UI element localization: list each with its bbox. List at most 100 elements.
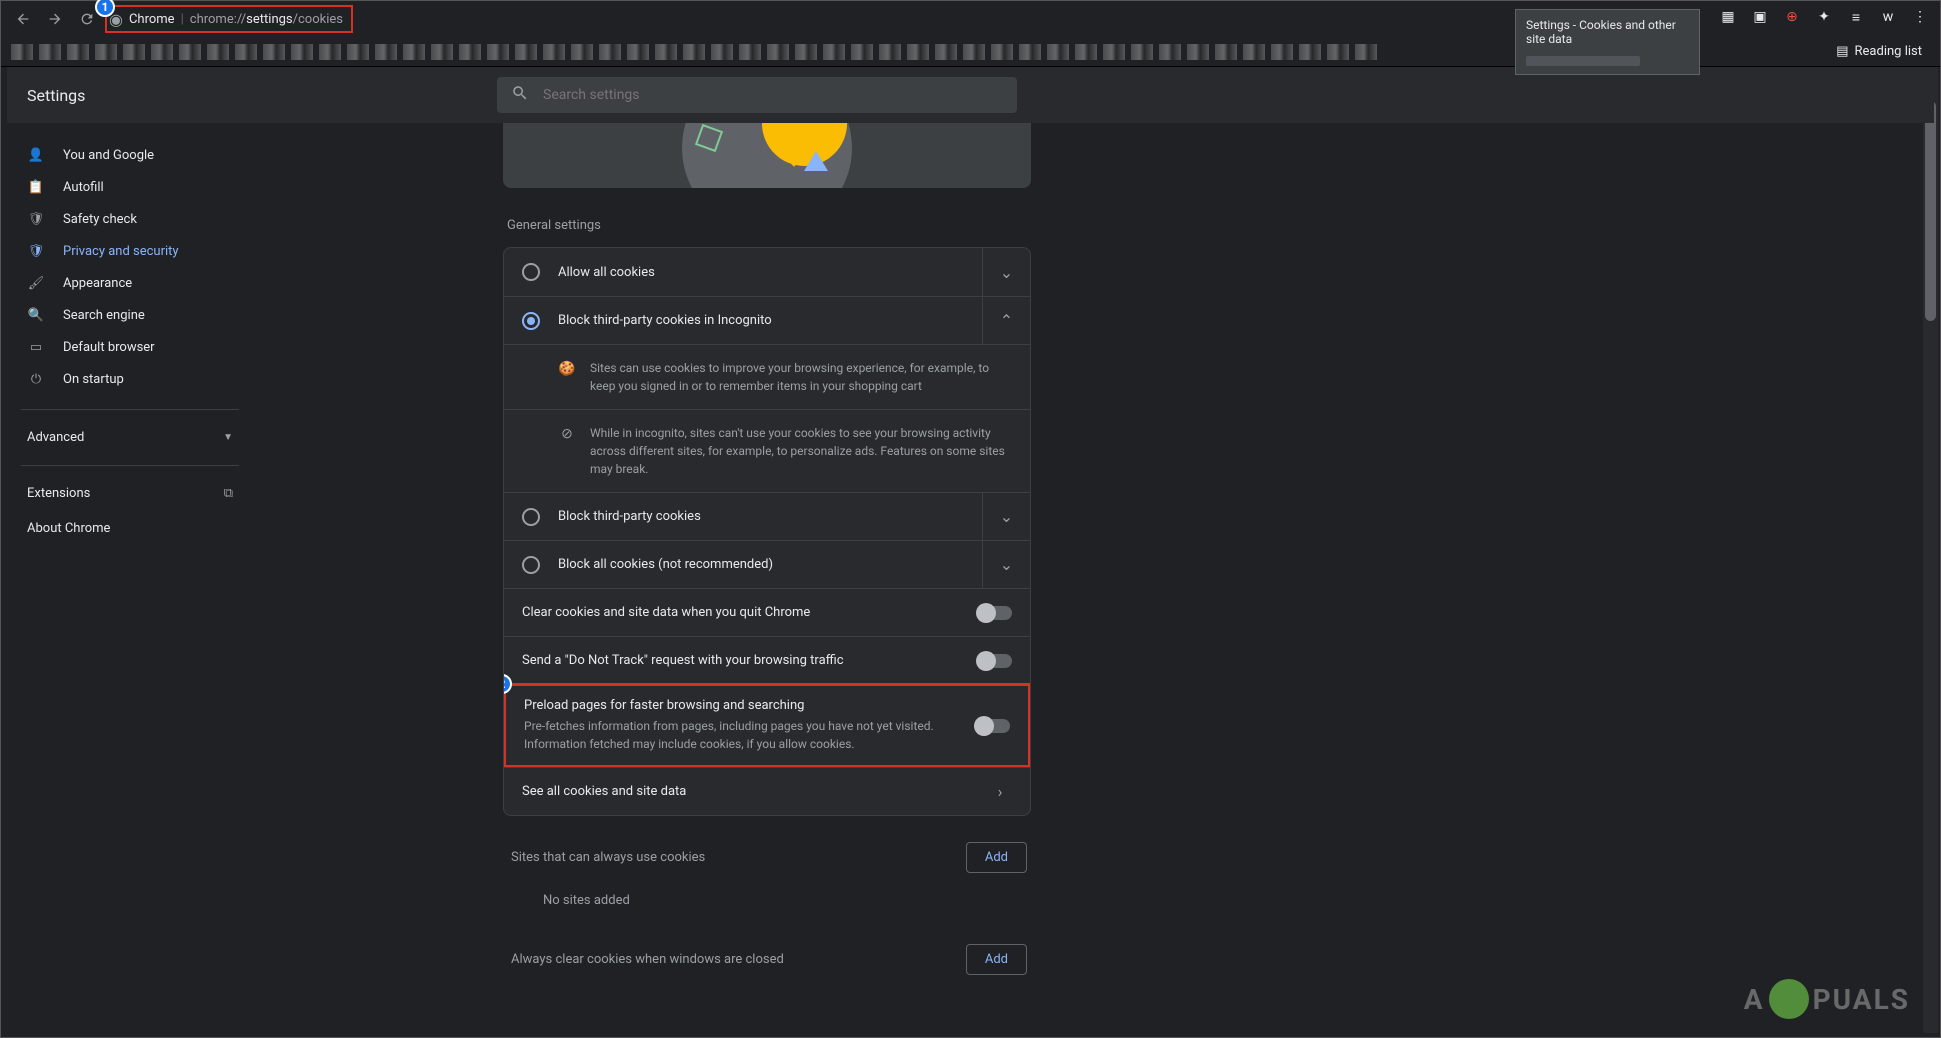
ext-icon[interactable]: ▣ xyxy=(1748,5,1772,29)
bookmark-item[interactable] xyxy=(515,44,537,60)
bookmark-item[interactable] xyxy=(683,44,705,60)
chevron-down-icon[interactable]: ⌄ xyxy=(995,263,1019,282)
bookmark-item[interactable] xyxy=(655,44,677,60)
ext-icon[interactable]: w xyxy=(1876,5,1900,29)
bookmark-item[interactable] xyxy=(1355,44,1377,60)
bookmark-item[interactable] xyxy=(319,44,341,60)
search-input[interactable] xyxy=(543,87,1003,103)
chevron-up-icon[interactable]: ⌃ xyxy=(995,311,1019,330)
bookmark-item[interactable] xyxy=(879,44,901,60)
bookmark-item[interactable] xyxy=(739,44,761,60)
chevron-down-icon[interactable]: ⌄ xyxy=(995,507,1019,526)
back-button[interactable] xyxy=(9,5,37,33)
sidebar-extensions[interactable]: Extensions⧉ xyxy=(1,476,259,511)
chrome-menu-icon[interactable]: ⋮ xyxy=(1908,5,1932,29)
row-do-not-track[interactable]: Send a "Do Not Track" request with your … xyxy=(504,636,1030,684)
radio-icon[interactable] xyxy=(522,556,540,574)
bookmark-item[interactable] xyxy=(543,44,565,60)
bookmark-item[interactable] xyxy=(767,44,789,60)
bookmark-item[interactable] xyxy=(1299,44,1321,60)
row-see-all-cookies[interactable]: See all cookies and site data › xyxy=(504,767,1030,815)
sidebar-advanced[interactable]: Advanced▼ xyxy=(1,416,259,459)
scrollbar[interactable] xyxy=(1923,67,1938,1033)
bookmark-item[interactable] xyxy=(963,44,985,60)
bookmark-item[interactable] xyxy=(123,44,145,60)
add-button[interactable]: Add xyxy=(966,944,1027,975)
sidebar-item-privacy[interactable]: 🛡Privacy and security xyxy=(1,235,247,267)
radio-icon[interactable] xyxy=(522,263,540,281)
sidebar-item-on-startup[interactable]: ⏻On startup xyxy=(1,363,247,395)
bookmark-item[interactable] xyxy=(1075,44,1097,60)
bookmark-item[interactable] xyxy=(1047,44,1069,60)
radio-icon[interactable] xyxy=(522,508,540,526)
bookmark-item[interactable] xyxy=(571,44,593,60)
bookmark-item[interactable] xyxy=(11,44,33,60)
row-preload-pages[interactable]: 2 Preload pages for faster browsing and … xyxy=(503,683,1031,768)
toggle-switch[interactable] xyxy=(978,606,1012,620)
bookmark-item[interactable] xyxy=(823,44,845,60)
ext-icon[interactable]: ⊕ xyxy=(1780,5,1804,29)
bookmark-item[interactable] xyxy=(39,44,61,60)
bookmark-item[interactable] xyxy=(1187,44,1209,60)
reading-list-button[interactable]: ▤ Reading list xyxy=(1828,40,1930,63)
bookmark-item[interactable] xyxy=(1271,44,1293,60)
extensions-label: Extensions xyxy=(27,486,90,501)
bookmark-item[interactable] xyxy=(1327,44,1349,60)
option-block-incognito[interactable]: Block third-party cookies in Incognito ⌃ xyxy=(504,296,1030,344)
sidebar-about-chrome[interactable]: About Chrome xyxy=(1,511,259,546)
search-settings[interactable] xyxy=(497,77,1017,113)
bookmark-item[interactable] xyxy=(907,44,929,60)
bookmark-item[interactable] xyxy=(1131,44,1153,60)
bookmark-item[interactable] xyxy=(207,44,229,60)
extensions-icon[interactable]: ✦ xyxy=(1812,5,1836,29)
option-label: Block third-party cookies xyxy=(558,509,972,524)
bookmark-item[interactable] xyxy=(67,44,89,60)
bookmark-item[interactable] xyxy=(1103,44,1125,60)
bookmark-item[interactable] xyxy=(179,44,201,60)
bookmark-item[interactable] xyxy=(599,44,621,60)
sidebar-item-safety-check[interactable]: 🛡Safety check xyxy=(1,203,247,235)
address-bar[interactable]: 1 ◉ Chrome| chrome://settings/cookies xyxy=(105,5,353,33)
bookmark-item[interactable] xyxy=(235,44,257,60)
bookmark-item[interactable] xyxy=(431,44,453,60)
radio-icon[interactable] xyxy=(522,312,540,330)
bookmark-item[interactable] xyxy=(263,44,285,60)
ext-icon[interactable]: ▦ xyxy=(1716,5,1740,29)
sidebar-item-appearance[interactable]: 🖌Appearance xyxy=(1,267,247,299)
bookmark-item[interactable] xyxy=(1019,44,1041,60)
bookmark-item[interactable] xyxy=(991,44,1013,60)
bookmark-item[interactable] xyxy=(795,44,817,60)
option-block-all[interactable]: Block all cookies (not recommended) ⌄ xyxy=(504,540,1030,588)
sidebar-item-autofill[interactable]: 📋Autofill xyxy=(1,171,247,203)
chevron-down-icon[interactable]: ⌄ xyxy=(995,555,1019,574)
bookmark-item[interactable] xyxy=(711,44,733,60)
option-block-third-party[interactable]: Block third-party cookies ⌄ xyxy=(504,492,1030,540)
toggle-switch[interactable] xyxy=(978,654,1012,668)
scroll-thumb[interactable] xyxy=(1925,101,1936,321)
bookmark-item[interactable] xyxy=(627,44,649,60)
bookmark-item[interactable] xyxy=(1243,44,1265,60)
add-button[interactable]: Add xyxy=(966,842,1027,873)
bookmark-item[interactable] xyxy=(851,44,873,60)
bookmark-item[interactable] xyxy=(291,44,313,60)
bookmark-item[interactable] xyxy=(403,44,425,60)
ext-icon[interactable]: ≡ xyxy=(1844,5,1868,29)
toggle-switch[interactable] xyxy=(976,719,1010,733)
detail-text: While in incognito, sites can't use your… xyxy=(590,424,1012,478)
option-allow-all[interactable]: Allow all cookies ⌄ xyxy=(504,248,1030,296)
sidebar-item-search-engine[interactable]: 🔍Search engine xyxy=(1,299,247,331)
bookmark-item[interactable] xyxy=(1159,44,1181,60)
bookmark-item[interactable] xyxy=(487,44,509,60)
row-clear-on-quit[interactable]: Clear cookies and site data when you qui… xyxy=(504,588,1030,636)
bookmark-item[interactable] xyxy=(935,44,957,60)
sidebar-item-you-and-google[interactable]: 👤You and Google xyxy=(1,139,247,171)
bookmark-item[interactable] xyxy=(375,44,397,60)
bookmark-item[interactable] xyxy=(1215,44,1237,60)
bookmark-item[interactable] xyxy=(95,44,117,60)
shield-check-icon: 🛡 xyxy=(27,212,45,227)
bookmark-item[interactable] xyxy=(151,44,173,60)
bookmark-item[interactable] xyxy=(459,44,481,60)
sidebar-item-default-browser[interactable]: ▭Default browser xyxy=(1,331,247,363)
forward-button[interactable] xyxy=(41,5,69,33)
bookmark-item[interactable] xyxy=(347,44,369,60)
